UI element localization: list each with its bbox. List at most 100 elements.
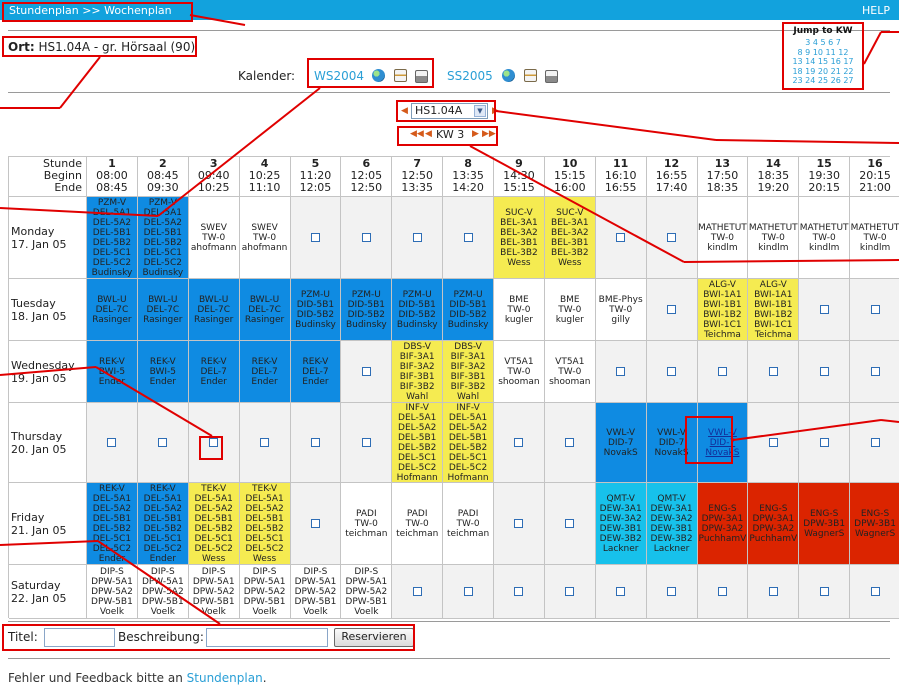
slot-checkbox[interactable] (463, 233, 473, 242)
free-slot[interactable] (850, 565, 899, 619)
free-slot[interactable] (443, 197, 494, 279)
free-slot[interactable] (850, 341, 899, 403)
print-icon[interactable] (545, 70, 558, 83)
first-week-arrow[interactable]: ◀◀ (410, 129, 424, 139)
slot-checkbox[interactable] (667, 367, 677, 376)
free-slot[interactable] (544, 565, 596, 619)
slot-checkbox[interactable] (412, 587, 422, 596)
event-cell[interactable]: REK-V DEL-5A1 DEL-5A2 DEL-5B1 DEL-5B2 DEL-5C1… (87, 483, 138, 565)
event-cell[interactable]: SUC-V BEL-3A1 BEL-3A2 BEL-3B1 BEL-3B2 Wess (494, 197, 545, 279)
free-slot[interactable] (443, 565, 494, 619)
event-cell[interactable]: ENG-S DPW-3A1 DPW-3A2 PuchhamV (697, 483, 749, 565)
event-cell[interactable]: TEK-V DEL-5A1 DEL-5A2 DEL-5B1 DEL-5B2 DEL-5C1… (239, 483, 291, 565)
free-slot[interactable] (748, 341, 800, 403)
free-slot[interactable] (799, 279, 851, 341)
event-cell[interactable]: VWL-V DID-7 NovakS (646, 403, 698, 483)
week-links-row[interactable]: 23 24 25 26 27 (785, 76, 861, 86)
free-slot[interactable] (595, 197, 647, 279)
slot-checkbox[interactable] (819, 438, 829, 447)
slot-checkbox[interactable] (310, 438, 320, 447)
breadcrumb[interactable]: Stundenplan >> Wochenplan (9, 4, 172, 17)
free-slot[interactable] (290, 197, 342, 279)
free-slot[interactable] (850, 279, 899, 341)
free-slot[interactable] (341, 197, 393, 279)
event-cell[interactable]: SUC-V BEL-3A1 BEL-3A2 BEL-3B1 BEL-3B2 Wess (544, 197, 596, 279)
globe-icon[interactable] (502, 69, 515, 82)
event-cell[interactable]: REK-V DEL-7 Ender (188, 341, 240, 403)
prev-week-arrow[interactable]: ◀ (425, 129, 432, 139)
event-cell[interactable]: SWEV TW-0 ahofmann (188, 197, 240, 279)
event-cell[interactable]: BME TW-0 kugler (494, 279, 545, 341)
event-cell[interactable]: VT5A1 TW-0 shooman (544, 341, 596, 403)
free-slot[interactable] (544, 403, 596, 483)
footer-link[interactable]: Stundenplan (187, 671, 263, 685)
calendar-link-ws2004[interactable]: WS2004 (314, 69, 364, 83)
event-cell[interactable]: REK-V BWI-5 Ender (137, 341, 189, 403)
slot-checkbox[interactable] (361, 438, 371, 447)
free-slot[interactable] (290, 403, 342, 483)
free-slot[interactable] (290, 483, 342, 565)
slot-checkbox[interactable] (107, 438, 117, 447)
slot-checkbox[interactable] (565, 587, 575, 596)
description-input[interactable] (206, 628, 328, 647)
title-input[interactable] (44, 628, 115, 647)
free-slot[interactable] (494, 403, 545, 483)
notepad-icon[interactable] (394, 69, 407, 82)
slot-checkbox[interactable] (361, 233, 371, 242)
slot-checkbox[interactable] (361, 367, 371, 376)
slot-checkbox[interactable] (514, 519, 524, 528)
event-cell[interactable]: ENG-S DPW-3B1 WagnerS (850, 483, 899, 565)
free-slot[interactable] (341, 341, 393, 403)
event-cell[interactable]: PZM-V DEL-5A1 DEL-5A2 DEL-5B1 DEL-5B2 DEL-5C1… (87, 197, 138, 279)
slot-checkbox[interactable] (667, 305, 677, 314)
notepad-icon[interactable] (524, 69, 537, 82)
free-slot[interactable] (799, 341, 851, 403)
week-links-row[interactable]: 18 19 20 21 22 (785, 67, 861, 77)
globe-icon[interactable] (372, 69, 385, 82)
free-slot[interactable] (239, 403, 291, 483)
event-cell[interactable]: DBS-V BIF-3A1 BIF-3A2 BIF-3B1 BIF-3B2 Wahl (443, 341, 494, 403)
free-slot[interactable] (494, 565, 545, 619)
slot-checkbox[interactable] (870, 438, 880, 447)
event-cell[interactable]: VWL-V DID-7 NovakS (595, 403, 647, 483)
event-cell[interactable]: ENG-S DPW-3A1 DPW-3A2 PuchhamV (748, 483, 800, 565)
event-cell[interactable]: MATHETUT TW-0 kindlm (748, 197, 800, 279)
event-cell[interactable]: BWL-U DEL-7C Rasinger (188, 279, 240, 341)
event-cell[interactable]: MATHETUT TW-0 kindlm (799, 197, 851, 279)
event-cell[interactable]: PZM-U DID-5B1 DID-5B2 Budinsky (290, 279, 342, 341)
event-cell[interactable]: DIP-S DPW-5A1 DPW-5A2 DPW-5B1 Voelk (137, 565, 189, 619)
prev-room-arrow[interactable]: ◀ (401, 106, 408, 116)
free-slot[interactable] (595, 341, 647, 403)
free-slot[interactable] (137, 403, 189, 483)
next-room-arrow[interactable]: ▶ (492, 106, 499, 116)
event-cell[interactable]: MATHETUT TW-0 kindlm (850, 197, 899, 279)
free-slot[interactable] (799, 403, 851, 483)
event-cell[interactable]: BME-Phys TW-0 gilly (595, 279, 647, 341)
week-links-row[interactable]: 8 9 10 11 12 (785, 48, 861, 58)
slot-checkbox[interactable] (819, 367, 829, 376)
event-cell[interactable]: DIP-S DPW-5A1 DPW-5A2 DPW-5B1 Voelk (239, 565, 291, 619)
event-cell[interactable]: REK-V BWI-5 Ender (87, 341, 138, 403)
slot-checkbox[interactable] (209, 438, 219, 447)
slot-checkbox[interactable] (870, 587, 880, 596)
event-cell[interactable]: PADI TW-0 teichman (443, 483, 494, 565)
slot-checkbox[interactable] (870, 367, 880, 376)
event-cell[interactable]: PZM-U DID-5B1 DID-5B2 Budinsky (341, 279, 393, 341)
free-slot[interactable] (748, 565, 800, 619)
event-cell[interactable]: ALG-V BWI-1A1 BWI-1B1 BWI-1B2 BWI-1C1 Teichma (697, 279, 749, 341)
event-cell[interactable]: REK-V DEL-7 Ender (290, 341, 342, 403)
room-dropdown[interactable]: HS1.04A ▼ (411, 103, 488, 119)
free-slot[interactable] (87, 403, 138, 483)
slot-checkbox[interactable] (514, 438, 524, 447)
slot-checkbox[interactable] (768, 367, 778, 376)
event-cell[interactable]: PZM-U DID-5B1 DID-5B2 Budinsky (443, 279, 494, 341)
event-cell[interactable]: ALG-V BWI-1A1 BWI-1B1 BWI-1B2 BWI-1C1 Teichma (748, 279, 800, 341)
event-cell[interactable]: DIP-S DPW-5A1 DPW-5A2 DPW-5B1 Voelk (87, 565, 138, 619)
free-slot[interactable] (392, 565, 444, 619)
free-slot[interactable] (494, 483, 545, 565)
event-cell[interactable]: PADI TW-0 teichman (392, 483, 444, 565)
slot-checkbox[interactable] (310, 519, 320, 528)
calendar-link-ss2005[interactable]: SS2005 (447, 69, 493, 83)
slot-checkbox[interactable] (616, 367, 626, 376)
slot-checkbox[interactable] (260, 438, 270, 447)
